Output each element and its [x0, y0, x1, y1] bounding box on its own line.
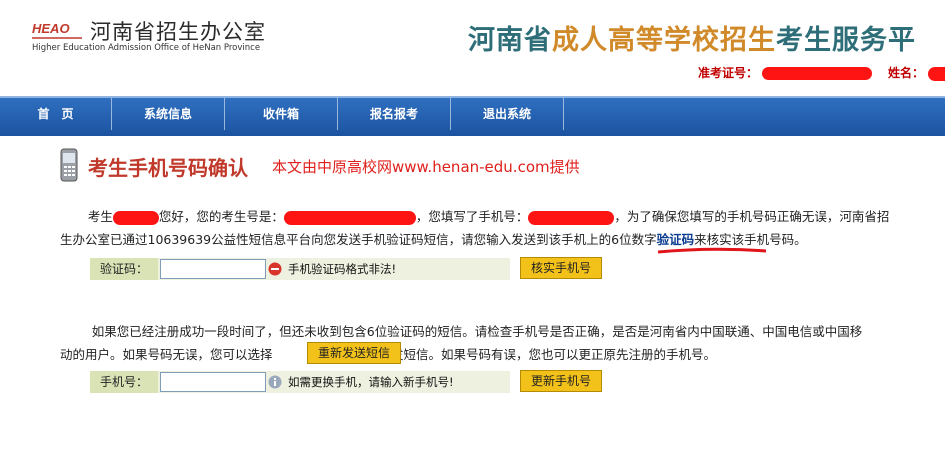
redacted-exam-number — [762, 67, 873, 80]
verify-code-form: 验证码： 手机验证码格式非法! — [90, 258, 510, 280]
site-header: HEAO 河南省招生办公室 Higher Education Admission… — [0, 0, 945, 96]
update-phone-button[interactable]: 更新手机号 — [520, 370, 603, 392]
nav-item-home[interactable]: 首 页 — [0, 98, 112, 130]
update-phone-hint: 如需更换手机，请输入新手机号! — [288, 375, 454, 389]
nav-item-system-info[interactable]: 系统信息 — [112, 98, 225, 130]
service-banner: 河南省成人高等学校招生考生服务平 — [468, 25, 916, 56]
source-note: 本文由中原高校网www.henan-edu.com提供 — [272, 158, 580, 176]
phone-number-label: 手机号： — [90, 371, 158, 393]
page-title: 考生手机号码确认 — [88, 156, 248, 180]
exam-number: 准考证号： — [698, 64, 873, 81]
mobile-phone-icon — [60, 148, 78, 182]
main-nav: 首 页 系统信息 收件箱 报名报考 退出系统 — [0, 96, 945, 136]
resend-sms-button[interactable]: 重新发送短信 — [307, 342, 402, 364]
redacted-phone-number — [528, 210, 615, 225]
verify-code-label: 验证码： — [90, 258, 158, 280]
candidate-name: 姓名： — [888, 64, 945, 81]
verify-phone-button[interactable]: 核实手机号 — [520, 257, 603, 279]
help-paragraph: 如果您已经注册成功一段时间了，但还未收到包含6位验证码的短信。请检查手机号是否正… — [60, 324, 863, 362]
heao-logo: HEAO — [30, 18, 88, 44]
update-phone-form: 手机号： 如需更换手机，请输入新手机号! — [90, 371, 510, 393]
redacted-candidate-name — [112, 210, 159, 225]
nav-item-registration[interactable]: 报名报考 — [338, 98, 451, 130]
svg-text:HEAO: HEAO — [32, 21, 70, 36]
red-underline-annotation — [657, 247, 767, 254]
phone-number-input[interactable] — [160, 372, 266, 392]
intro-paragraph: 考生 您好，您的考生号是： ，您填写了手机号： ，为了确保您填写的手机号码正确无误，河… — [60, 209, 890, 247]
info-icon — [268, 375, 282, 389]
org-name-en: Higher Education Admission Office of HeN… — [32, 43, 261, 53]
org-name-cn: 河南省招生办公室 — [90, 20, 266, 44]
redacted-name — [928, 66, 945, 81]
verify-code-input[interactable] — [160, 259, 266, 279]
redacted-candidate-number — [283, 210, 416, 225]
verify-code-error-message: 手机验证码格式非法! — [288, 262, 397, 276]
nav-item-logout[interactable]: 退出系统 — [451, 98, 564, 130]
verification-code-link[interactable]: 验证码 — [657, 232, 695, 247]
nav-item-inbox[interactable]: 收件箱 — [225, 98, 338, 130]
error-icon — [268, 262, 282, 276]
